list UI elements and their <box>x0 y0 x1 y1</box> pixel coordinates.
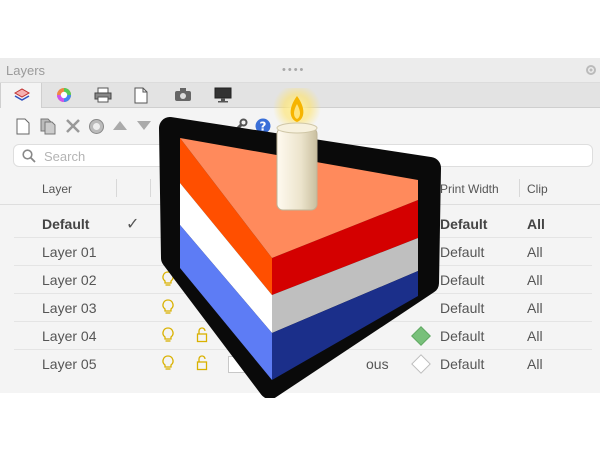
layer-name[interactable]: Default <box>42 216 89 232</box>
drag-handle[interactable]: •••• <box>282 64 305 76</box>
panel-title: Layers <box>6 63 46 78</box>
tab-materials[interactable] <box>44 83 84 107</box>
clip-value[interactable]: All <box>527 300 543 316</box>
layer-name[interactable]: Layer 01 <box>42 244 96 260</box>
current-layer-check[interactable]: ✓ <box>126 214 139 234</box>
delete-icon[interactable] <box>65 118 83 136</box>
layer-name[interactable]: Layer 03 <box>42 300 96 316</box>
panel-titlebar[interactable]: Layers •••• <box>0 58 600 83</box>
filter-icon[interactable] <box>88 118 106 136</box>
tab-print[interactable] <box>82 83 122 107</box>
tab-layers[interactable] <box>0 83 42 108</box>
new-sublayer-icon[interactable] <box>40 118 58 136</box>
search-icon <box>22 149 36 163</box>
clip-value[interactable]: All <box>527 216 545 232</box>
gear-icon[interactable] <box>585 63 597 81</box>
layer-name[interactable]: Layer 04 <box>42 328 96 344</box>
new-layer-icon[interactable] <box>16 118 34 136</box>
layer-name[interactable]: Layer 05 <box>42 356 96 372</box>
move-up-icon[interactable] <box>112 118 130 136</box>
clip-value[interactable]: All <box>527 328 543 344</box>
header-clip[interactable]: Clip <box>527 182 548 196</box>
clip-value[interactable]: All <box>527 244 543 260</box>
layer-name[interactable]: Layer 02 <box>42 272 96 288</box>
birthday-cake-icon <box>150 84 450 403</box>
clip-value[interactable]: All <box>527 272 543 288</box>
clip-value[interactable]: All <box>527 356 543 372</box>
header-layer[interactable]: Layer <box>42 182 72 196</box>
